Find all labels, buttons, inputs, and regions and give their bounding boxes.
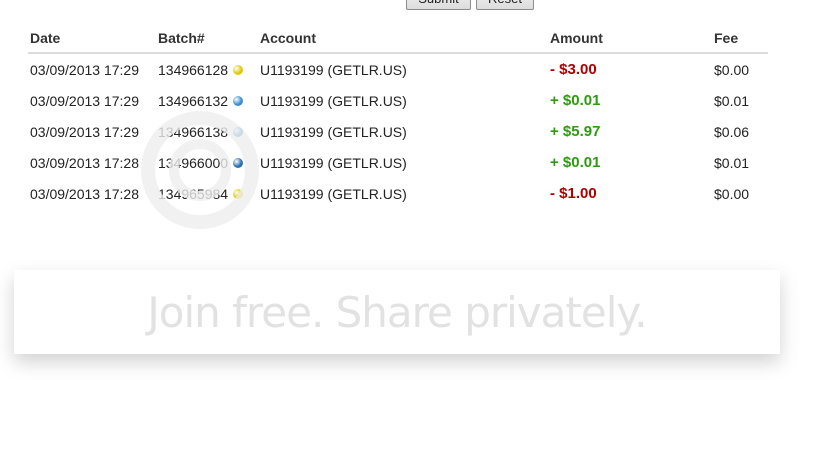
cell-date: 03/09/2013 17:28 <box>30 185 139 202</box>
cell-fee: $0.00 <box>714 61 750 78</box>
batch-number[interactable]: 134966132 <box>158 93 228 109</box>
cell-date: 03/09/2013 17:29 <box>30 61 139 78</box>
table-body: 03/09/2013 17:29 134966128 U1193199 (GETLR… <box>28 53 768 209</box>
batch-number[interactable]: 134966128 <box>158 62 228 78</box>
cell-batch: 134966128 <box>156 53 258 85</box>
cell-account: U1193199 (GETLR.US) <box>260 185 407 202</box>
cell-amount: + $0.01 <box>548 85 712 116</box>
amount-value: + $0.01 <box>550 92 601 109</box>
table-row: 03/09/2013 17:28 134966000 U1193199 (GETLR… <box>28 147 768 178</box>
cell-amount: - $1.00 <box>548 178 712 209</box>
amount-value: - $1.00 <box>550 185 597 202</box>
header-batch[interactable]: Batch# <box>156 24 258 54</box>
cell-fee: $0.01 <box>714 92 750 109</box>
batch-number[interactable]: 134966000 <box>158 155 228 171</box>
reset-button[interactable]: Reset <box>476 0 534 10</box>
status-dot-icon <box>233 126 244 137</box>
page: Submit Reset Date Batch# Account Amount … <box>0 0 819 460</box>
cell-date: 03/09/2013 17:28 <box>30 154 139 171</box>
cell-batch: 134965984 <box>156 178 258 209</box>
table-row: 03/09/2013 17:28 134965984 U1193199 (GETLR… <box>28 178 768 209</box>
cell-batch: 134966000 <box>156 147 258 178</box>
cell-date: 03/09/2013 17:29 <box>30 123 139 140</box>
cell-amount: - $3.00 <box>548 53 712 85</box>
banner-text: Join free. Share privately. <box>147 287 647 337</box>
cell-fee: $0.00 <box>714 185 750 202</box>
header-account[interactable]: Account <box>258 24 548 54</box>
status-dot-icon <box>233 95 244 106</box>
table-row: 03/09/2013 17:29 134966128 U1193199 (GETLR… <box>28 53 768 85</box>
amount-value: + $0.01 <box>550 154 601 171</box>
cell-account: U1193199 (GETLR.US) <box>260 123 407 140</box>
amount-value: - $3.00 <box>550 61 597 78</box>
batch-number[interactable]: 134966138 <box>158 124 228 140</box>
amount-value: + $5.97 <box>550 123 601 140</box>
table-row: 03/09/2013 17:29 134966138 U1193199 (GETLR… <box>28 116 768 147</box>
header-date[interactable]: Date <box>28 24 156 54</box>
status-dot-icon <box>233 157 244 168</box>
batch-number[interactable]: 134965984 <box>158 186 228 202</box>
status-dot-icon <box>233 64 244 75</box>
cell-date: 03/09/2013 17:29 <box>30 92 139 109</box>
header-amount[interactable]: Amount <box>548 24 712 54</box>
cell-batch: 134966132 <box>156 85 258 116</box>
cell-fee: $0.06 <box>714 123 750 140</box>
transaction-history-table: Date Batch# Account Amount Fee 03/09/201… <box>28 24 768 209</box>
cell-account: U1193199 (GETLR.US) <box>260 154 407 171</box>
cell-account: U1193199 (GETLR.US) <box>260 61 407 78</box>
submit-button[interactable]: Submit <box>406 0 471 10</box>
table-row: 03/09/2013 17:29 134966132 U1193199 (GETLR… <box>28 85 768 116</box>
cell-amount: + $5.97 <box>548 116 712 147</box>
cell-amount: + $0.01 <box>548 147 712 178</box>
cell-batch: 134966138 <box>156 116 258 147</box>
header-fee[interactable]: Fee <box>712 24 768 54</box>
join-free-banner: Join free. Share privately. <box>14 270 780 354</box>
form-buttons: Submit Reset <box>406 0 534 10</box>
table-header-row: Date Batch# Account Amount Fee <box>28 24 768 54</box>
cell-fee: $0.01 <box>714 154 750 171</box>
cell-account: U1193199 (GETLR.US) <box>260 92 407 109</box>
status-dot-icon <box>233 188 244 199</box>
